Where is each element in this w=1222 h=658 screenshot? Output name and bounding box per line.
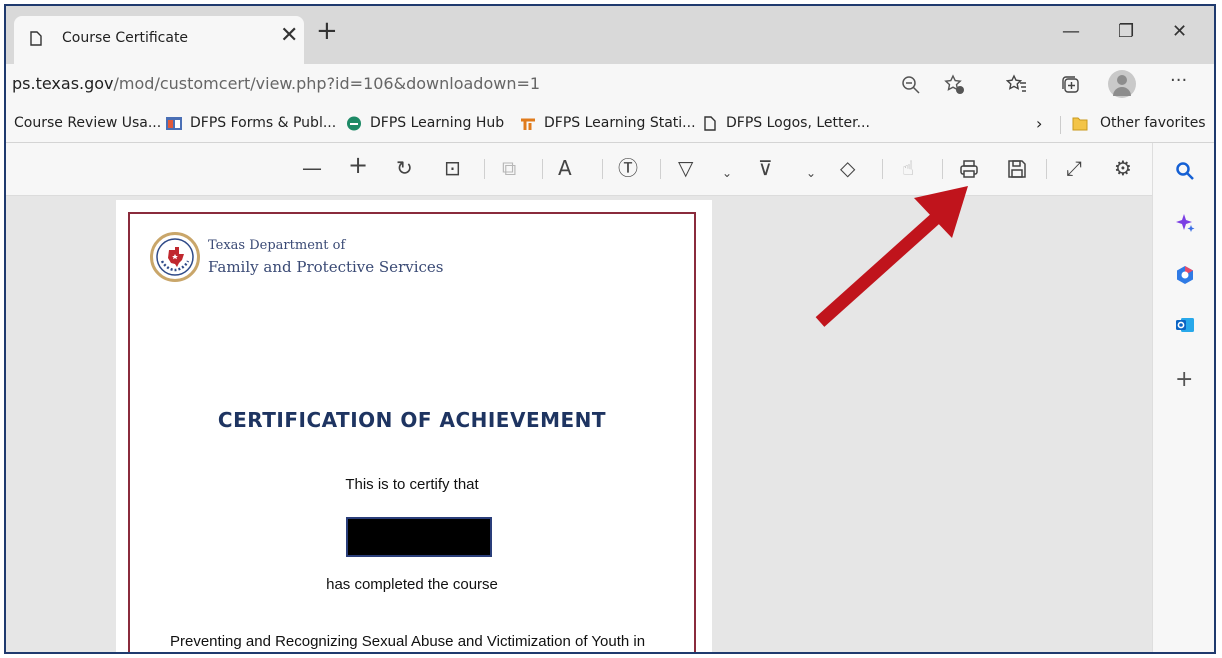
outlook-icon[interactable] [1175,315,1195,335]
browser-window: Course Certificate ✕ + — ❐ ✕ ps.texas.go… [4,4,1216,654]
chevron-down-icon[interactable]: ⌄ [806,161,816,185]
add-favorite-icon[interactable] [944,74,966,96]
learning-hub-icon [347,116,361,131]
toolbar-separator [882,159,883,179]
favorite-learning-hub[interactable]: DFPS Learning Hub [370,115,504,131]
favorite-dfps-forms[interactable]: DFPS Forms & Publ... [190,115,336,131]
page-view-button[interactable]: ⧉ [502,156,516,180]
chevron-down-icon[interactable]: ⌄ [722,161,732,185]
certificate-title: CERTIFICATION OF ACHIEVEMENT [217,408,607,432]
add-sidebar-button[interactable]: + [1175,367,1193,392]
print-icon[interactable] [958,158,980,180]
settings-button[interactable]: ⚙ [1114,156,1132,180]
url-field[interactable]: ps.texas.gov/mod/customcert/view.php?id=… [12,74,540,93]
save-icon[interactable] [1006,158,1028,180]
profile-avatar[interactable] [1108,70,1136,98]
restore-button[interactable]: ❐ [1118,22,1134,42]
fullscreen-button[interactable]: ⤢ [1066,156,1082,180]
url-path: /mod/customcert/view.php?id=106&download… [113,74,541,93]
read-aloud-button[interactable]: A [558,156,572,180]
pdf-viewer: Texas Department of Family and Protectiv… [6,196,1152,652]
rotate-button[interactable]: ↻ [396,156,413,180]
office-icon[interactable] [1175,265,1195,285]
draw-button[interactable]: ▽ [678,156,693,180]
other-favorites[interactable]: Other favorites [1100,115,1206,131]
chevron-right-icon[interactable]: › [1036,114,1042,133]
new-tab-button[interactable]: + [316,18,338,44]
url-host: ps.texas.gov [12,74,114,93]
pdf-page: Texas Department of Family and Protectiv… [116,200,712,652]
close-tab-icon[interactable]: ✕ [280,25,298,47]
course-name: Preventing and Recognizing Sexual Abuse … [170,633,646,650]
add-text-button[interactable]: Ⓣ [618,156,638,180]
more-icon[interactable]: ··· [1170,70,1187,91]
toolbar-separator [942,159,943,179]
certificate-border: Texas Department of Family and Protectiv… [128,212,696,652]
collections-icon[interactable] [1060,74,1082,96]
highlight-button[interactable]: ⊽ [758,156,773,180]
copilot-sparkle-icon[interactable] [1175,213,1195,233]
forms-icon [166,117,182,130]
favorites-icon[interactable] [1006,74,1028,96]
tab-title: Course Certificate [62,30,189,46]
toolbar-separator [542,159,543,179]
favorites-bar: Course Review Usa... DFPS Forms & Publ..… [6,106,1214,143]
tab-course-certificate[interactable]: Course Certificate ✕ [14,16,304,64]
folder-icon [1072,117,1088,131]
right-sidebar: + [1152,143,1214,652]
certify-text: This is to certify that [345,476,479,493]
zoom-in-button[interactable]: + [348,153,368,177]
redacted-name [346,517,492,557]
toolbar-separator [484,159,485,179]
completed-text: has completed the course [326,576,498,593]
search-icon[interactable] [1175,161,1195,181]
favorite-dfps-logos[interactable]: DFPS Logos, Letter... [726,115,870,131]
tab-bar: Course Certificate ✕ + — ❐ ✕ [6,6,1214,64]
dfps-seal-logo [150,232,200,282]
org-name-line-1: Texas Department of [208,238,346,253]
toolbar-separator [1046,159,1047,179]
pdf-toolbar: — + ↻ ⊡ ⧉ A Ⓣ ▽ ⌄ ⊽ ⌄ ◇ ☝ ⤢ ⚙ [6,143,1152,196]
close-window-button[interactable]: ✕ [1172,22,1187,42]
org-name-line-2: Family and Protective Services [208,258,444,276]
zoom-out-button[interactable]: — [302,156,322,180]
toolbar-separator [602,159,603,179]
touch-writing-button[interactable]: ☝ [902,156,914,180]
minimize-button[interactable]: — [1062,22,1080,42]
favorites-divider [1060,116,1061,134]
toolbar-separator [660,159,661,179]
page-icon [704,116,716,131]
address-bar: ps.texas.gov/mod/customcert/view.php?id=… [6,64,1214,106]
favorite-course-review[interactable]: Course Review Usa... [14,115,161,131]
erase-button[interactable]: ◇ [840,156,855,180]
favorite-learning-station[interactable]: DFPS Learning Stati... [544,115,696,131]
page-icon [30,31,42,46]
zoom-icon[interactable] [901,75,921,95]
learning-station-icon [521,118,535,130]
fit-page-button[interactable]: ⊡ [444,156,461,180]
